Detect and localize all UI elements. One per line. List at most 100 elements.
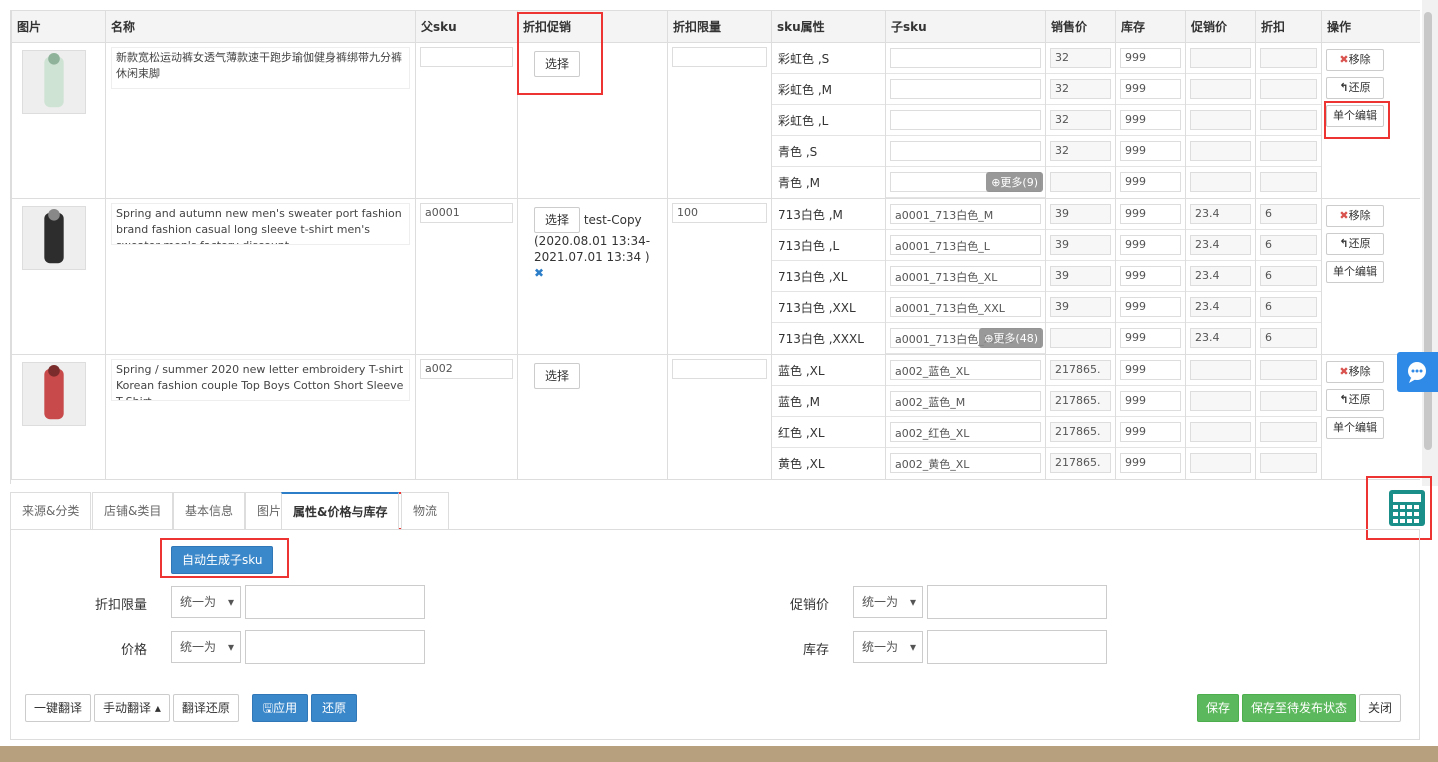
promo-price-select[interactable]: 统一为	[853, 586, 923, 618]
sale-price-input[interactable]: 39	[1050, 266, 1111, 286]
translate-restore-button[interactable]: 翻译还原	[172, 694, 239, 722]
remove-button[interactable]: ✖移除	[1326, 205, 1384, 227]
sale-price-input[interactable]: 32	[1050, 110, 1111, 130]
promo-price-input[interactable]	[1190, 360, 1251, 380]
sub-sku-input[interactable]: a0001_713白色_M	[890, 204, 1041, 224]
promo-price-input[interactable]	[1190, 141, 1251, 161]
auto-generate-sku-button[interactable]: 自动生成子sku	[171, 546, 274, 574]
promo-price-input[interactable]	[927, 585, 1107, 619]
promo-price-input[interactable]	[1190, 422, 1251, 442]
discount-input[interactable]	[1260, 360, 1317, 380]
promo-price-input[interactable]	[1190, 48, 1251, 68]
sale-price-input[interactable]: 39	[1050, 204, 1111, 224]
show-more-button[interactable]: ⊕更多(9)	[986, 172, 1043, 192]
price-input[interactable]	[245, 630, 425, 664]
discount-limit-input[interactable]	[672, 359, 767, 379]
stock-input[interactable]: 999	[1120, 360, 1181, 380]
stock-input[interactable]: 999	[1120, 48, 1181, 68]
product-name[interactable]: 新款宽松运动裤女透气薄款速干跑步瑜伽健身裤绑带九分裤休闲束脚	[111, 47, 410, 89]
discount-input[interactable]: 6	[1260, 204, 1317, 224]
discount-limit-input[interactable]: 100	[672, 203, 767, 223]
discount-limit-input[interactable]	[245, 585, 425, 619]
stock-input[interactable]	[927, 630, 1107, 664]
promo-price-input[interactable]	[1190, 79, 1251, 99]
single-edit-button[interactable]: 单个编辑	[1326, 417, 1384, 439]
stock-input[interactable]: 999	[1120, 391, 1181, 411]
save-button[interactable]: 保存	[1196, 694, 1239, 722]
discount-input[interactable]: 6	[1260, 297, 1317, 317]
sale-price-input[interactable]: 32	[1050, 48, 1111, 68]
discount-input[interactable]	[1260, 141, 1317, 161]
product-name[interactable]: Spring / summer 2020 new letter embroide…	[111, 359, 410, 401]
promo-select-button[interactable]: 选择	[534, 207, 581, 233]
sub-sku-input[interactable]	[890, 141, 1041, 161]
one-click-translate-button[interactable]: 一键翻译	[25, 694, 92, 722]
stock-input[interactable]: 999	[1120, 266, 1181, 286]
promo-price-input[interactable]: 23.4	[1190, 235, 1251, 255]
stock-input[interactable]: 999	[1120, 79, 1181, 99]
promo-price-input[interactable]: 23.4	[1190, 297, 1251, 317]
discount-limit-input[interactable]	[672, 47, 767, 67]
restore-row-button[interactable]: ↰还原	[1326, 77, 1384, 99]
stock-select[interactable]: 统一为	[853, 631, 923, 663]
sub-sku-input[interactable]: a0001_713白色_L	[890, 235, 1041, 255]
stock-input[interactable]: 999	[1120, 235, 1181, 255]
promo-price-input[interactable]	[1190, 172, 1251, 192]
price-select[interactable]: 统一为	[171, 631, 241, 663]
sub-sku-input[interactable]	[890, 110, 1041, 130]
sale-price-input[interactable]	[1050, 328, 1111, 348]
sale-price-input[interactable]: 217865.	[1050, 360, 1111, 380]
parent-sku-input[interactable]: a0001	[420, 203, 513, 223]
discount-input[interactable]	[1260, 79, 1317, 99]
stock-input[interactable]: 999	[1120, 422, 1181, 442]
remove-button[interactable]: ✖移除	[1326, 49, 1384, 71]
sub-sku-input[interactable]: a0001_713白色_XXL	[890, 297, 1041, 317]
sub-sku-input[interactable]: a0001_713白色_XL	[890, 266, 1041, 286]
stock-input[interactable]: 999	[1120, 204, 1181, 224]
sub-sku-input[interactable]	[890, 79, 1041, 99]
stock-input[interactable]: 999	[1120, 297, 1181, 317]
sale-price-input[interactable]: 32	[1050, 141, 1111, 161]
parent-sku-input[interactable]: a002	[420, 359, 513, 379]
show-more-button[interactable]: ⊕更多(48)	[979, 328, 1043, 348]
manual-translate-button[interactable]: 手动翻译 ▴	[94, 694, 170, 722]
restore-row-button[interactable]: ↰还原	[1326, 389, 1384, 411]
discount-input[interactable]: 6	[1260, 328, 1317, 348]
stock-input[interactable]: 999	[1120, 328, 1181, 348]
discount-input[interactable]	[1260, 48, 1317, 68]
calculator-icon[interactable]	[1387, 489, 1427, 527]
chat-icon[interactable]	[1397, 352, 1438, 392]
sale-price-input[interactable]: 217865.	[1050, 453, 1111, 473]
product-name[interactable]: Spring and autumn new men's sweater port…	[111, 203, 410, 245]
stock-input[interactable]: 999	[1120, 110, 1181, 130]
sale-price-input[interactable]: 39	[1050, 297, 1111, 317]
stock-input[interactable]: 999	[1120, 141, 1181, 161]
sale-price-input[interactable]	[1050, 172, 1111, 192]
sub-sku-input[interactable]: a002_黄色_XL	[890, 453, 1041, 473]
sale-price-input[interactable]: 217865.	[1050, 422, 1111, 442]
tab-0[interactable]: 来源&分类	[10, 492, 92, 529]
promo-price-input[interactable]: 23.4	[1190, 266, 1251, 286]
discount-input[interactable]: 6	[1260, 266, 1317, 286]
stock-input[interactable]: 999	[1120, 172, 1181, 192]
discount-limit-select[interactable]: 统一为	[171, 586, 241, 618]
tab-4[interactable]: 属性&价格与库存	[281, 492, 400, 529]
remove-button[interactable]: ✖移除	[1326, 361, 1384, 383]
tab-5[interactable]: 物流	[401, 492, 450, 529]
remove-promo-icon[interactable]: ✖	[534, 266, 544, 280]
promo-select-button[interactable]: 选择	[534, 51, 581, 77]
promo-price-input[interactable]	[1190, 110, 1251, 130]
promo-select-button[interactable]: 选择	[534, 363, 581, 389]
discount-input[interactable]	[1260, 172, 1317, 192]
promo-price-input[interactable]	[1190, 391, 1251, 411]
sub-sku-input[interactable]: a002_红色_XL	[890, 422, 1041, 442]
discount-input[interactable]	[1260, 453, 1317, 473]
parent-sku-input[interactable]	[420, 47, 513, 67]
discount-input[interactable]	[1260, 422, 1317, 442]
discount-input[interactable]	[1260, 110, 1317, 130]
apply-button[interactable]: 🖫应用	[251, 694, 309, 722]
tab-2[interactable]: 基本信息	[173, 492, 246, 529]
tab-1[interactable]: 店铺&类目	[92, 492, 174, 529]
save-pending-button[interactable]: 保存至待发布状态	[1241, 694, 1356, 722]
sub-sku-input[interactable]: a002_蓝色_XL	[890, 360, 1041, 380]
